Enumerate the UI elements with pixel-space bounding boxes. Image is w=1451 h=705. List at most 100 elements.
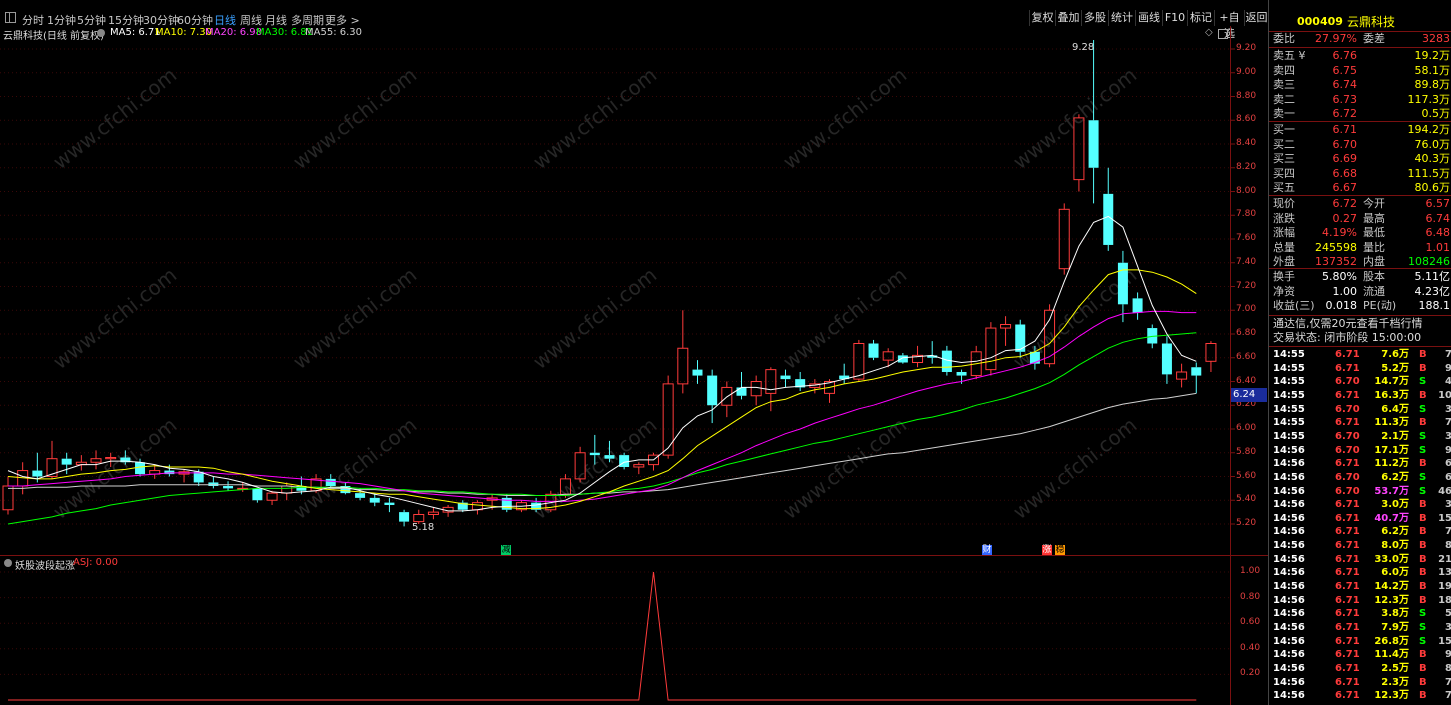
- fundamental-row[interactable]: 换手 5.80% 股本 5.11亿: [1269, 270, 1451, 284]
- f10-button[interactable]: F10: [1162, 10, 1187, 26]
- tick-row[interactable]: 14:56 6.70 6.2万 S 6: [1269, 471, 1451, 484]
- sell-row[interactable]: 卖五 ¥ 6.76 19.2万: [1269, 49, 1451, 63]
- tick-row[interactable]: 14:56 6.71 6.2万 B 7: [1269, 525, 1451, 538]
- tick-time: 14:56: [1273, 581, 1305, 593]
- buy-row[interactable]: 买一 6.71 194.2万: [1269, 123, 1451, 137]
- candle: [149, 464, 161, 479]
- tick-row[interactable]: 14:56 6.71 2.3万 B 7: [1269, 676, 1451, 689]
- tick-row[interactable]: 14:56 6.71 12.3万 B 7: [1269, 689, 1451, 702]
- tick-volume: 7.9万: [1381, 622, 1409, 633]
- maximize-icon[interactable]: [1218, 29, 1228, 39]
- tick-row[interactable]: 14:56 6.71 26.8万 S 15: [1269, 635, 1451, 648]
- tick-row[interactable]: 14:55 6.71 11.3万 B 7: [1269, 416, 1451, 429]
- sell-row[interactable]: 卖四 6.75 58.1万: [1269, 64, 1451, 78]
- buy-row[interactable]: 买四 6.68 111.5万: [1269, 167, 1451, 181]
- tick-price: 6.71: [1335, 362, 1360, 374]
- tick-volume: 53.7万: [1374, 485, 1409, 497]
- tick-row[interactable]: 14:56 6.71 33.0万 B 21: [1269, 553, 1451, 566]
- tick-volume: 14.7万: [1374, 376, 1409, 388]
- tick-row[interactable]: 14:56 6.71 14.2万 B 19: [1269, 580, 1451, 593]
- tick-row[interactable]: 14:56 6.70 17.1万 S 9: [1269, 444, 1451, 457]
- sell-row[interactable]: 卖一 6.72 0.5万: [1269, 107, 1451, 121]
- order-volume: 117.3万: [1407, 92, 1451, 106]
- indicator-chart[interactable]: [0, 556, 1268, 705]
- multi-stock-button[interactable]: 多股: [1081, 10, 1108, 26]
- level2-notice[interactable]: 通达信,仅需20元查看千档行情: [1273, 317, 1423, 331]
- order-label: 买三: [1273, 152, 1295, 165]
- tick-row[interactable]: 14:56 6.71 11.2万 B 6: [1269, 457, 1451, 470]
- tick-volume: 6.2万: [1381, 526, 1409, 538]
- price-axis-label: 6.40: [1236, 375, 1257, 386]
- overlay-button[interactable]: 叠加: [1055, 10, 1081, 26]
- tick-count: 3: [1445, 403, 1451, 415]
- tick-row[interactable]: 14:56 6.71 6.0万 B 13: [1269, 566, 1451, 579]
- candle: [471, 500, 483, 515]
- buy-row[interactable]: 买五 6.67 80.6万: [1269, 181, 1451, 195]
- buy-row[interactable]: 买三 6.69 40.3万: [1269, 152, 1451, 166]
- tick-row[interactable]: 14:55 6.70 6.4万 S 3: [1269, 403, 1451, 416]
- event-marker-reduce[interactable]: 减: [501, 545, 511, 555]
- stat-row[interactable]: 现价 6.72 今开 6.57: [1269, 197, 1451, 211]
- stat-row[interactable]: 总量 245598 量比 1.01: [1269, 241, 1451, 255]
- tick-volume: 6.0万: [1381, 567, 1409, 579]
- tick-price: 6.71: [1335, 389, 1360, 401]
- tick-side: B: [1419, 662, 1427, 674]
- back-button[interactable]: 返回: [1244, 10, 1268, 26]
- tick-row[interactable]: 14:55 6.71 5.2万 B 9: [1269, 362, 1451, 375]
- fuquan-button[interactable]: 复权: [1029, 10, 1055, 26]
- tick-row[interactable]: 14:55 6.71 16.3万 B 10: [1269, 389, 1451, 402]
- tick-row[interactable]: 14:55 6.70 2.1万 S 3: [1269, 430, 1451, 443]
- settings-icon[interactable]: [97, 29, 105, 37]
- candle: [223, 481, 234, 491]
- tick-time: 14:55: [1273, 349, 1305, 360]
- tick-row[interactable]: 14:56 6.71 3.8万 S 5: [1269, 607, 1451, 620]
- candle-body: [369, 497, 380, 503]
- tick-row[interactable]: 14:56 6.71 8.0万 B 8: [1269, 539, 1451, 552]
- tick-row[interactable]: 14:56 6.71 12.3万 B 18: [1269, 594, 1451, 607]
- tick-row[interactable]: 14:56 6.71 40.7万 B 15: [1269, 512, 1451, 525]
- fundamental-row[interactable]: 收益(三) 0.018 PE(动) 188.1: [1269, 299, 1451, 313]
- event-marker-stable[interactable]: 稳: [1055, 545, 1065, 555]
- diamond-icon[interactable]: ◇: [1205, 27, 1213, 38]
- fundamental-row[interactable]: 净资 1.00 流通 4.23亿: [1269, 285, 1451, 299]
- stat-label: 现价: [1273, 197, 1295, 210]
- weibi-value: 27.97%: [1315, 32, 1357, 45]
- tick-row[interactable]: 14:55 6.71 7.6万 B 7: [1269, 348, 1451, 361]
- sell-row[interactable]: 卖三 6.74 89.8万: [1269, 78, 1451, 92]
- tick-row[interactable]: 14:56 6.71 7.9万 S 3: [1269, 621, 1451, 634]
- candle: [2, 476, 14, 515]
- stat-row[interactable]: 涨跌 0.27 最高 6.74: [1269, 212, 1451, 226]
- stat-row[interactable]: 外盘 137352 内盘 108246: [1269, 255, 1451, 269]
- stat-label: 内盘: [1363, 255, 1385, 268]
- tick-row[interactable]: 14:56 6.71 11.4万 B 9: [1269, 648, 1451, 661]
- sidebar-toggle-icon[interactable]: [5, 12, 16, 23]
- fund-value: 5.11亿: [1414, 270, 1451, 283]
- mark-button[interactable]: 标记: [1187, 10, 1214, 26]
- statistics-button[interactable]: 统计: [1108, 10, 1135, 26]
- tick-row[interactable]: 14:55 6.70 14.7万 S 4: [1269, 375, 1451, 388]
- candle-body: [589, 452, 600, 456]
- order-price: 6.75: [1332, 63, 1358, 77]
- candlestick-chart[interactable]: www.cfchi.com www.cfchi.com www.cfchi.com w…: [0, 40, 1268, 542]
- candle-body: [266, 492, 278, 501]
- draw-line-button[interactable]: 画线: [1135, 10, 1162, 26]
- price-axis-label: 8.00: [1236, 185, 1257, 196]
- add-watchlist-button[interactable]: +自选: [1214, 10, 1244, 40]
- candle: [1132, 292, 1143, 320]
- candle-body: [1088, 120, 1099, 168]
- event-marker-rise[interactable]: 涨: [1042, 545, 1052, 555]
- tick-row[interactable]: 14:56 6.70 53.7万 S 46: [1269, 485, 1451, 498]
- tick-row[interactable]: 14:56 6.71 2.5万 B 8: [1269, 662, 1451, 675]
- tick-row[interactable]: 14:56 6.71 3.0万 B 3: [1269, 498, 1451, 511]
- order-label: 卖四: [1273, 63, 1295, 77]
- tick-count: 9: [1445, 362, 1451, 374]
- current-price-tag: 6.24: [1230, 388, 1267, 402]
- candle-body: [633, 464, 645, 468]
- tick-time: 14:56: [1273, 662, 1305, 674]
- event-marker-finance[interactable]: 财: [982, 545, 992, 555]
- tick-count: 7: [1445, 526, 1451, 538]
- stat-row[interactable]: 涨幅 4.19% 最低 6.48: [1269, 226, 1451, 240]
- tick-side: S: [1419, 403, 1427, 415]
- sell-row[interactable]: 卖二 6.73 117.3万: [1269, 93, 1451, 107]
- buy-row[interactable]: 买二 6.70 76.0万: [1269, 138, 1451, 152]
